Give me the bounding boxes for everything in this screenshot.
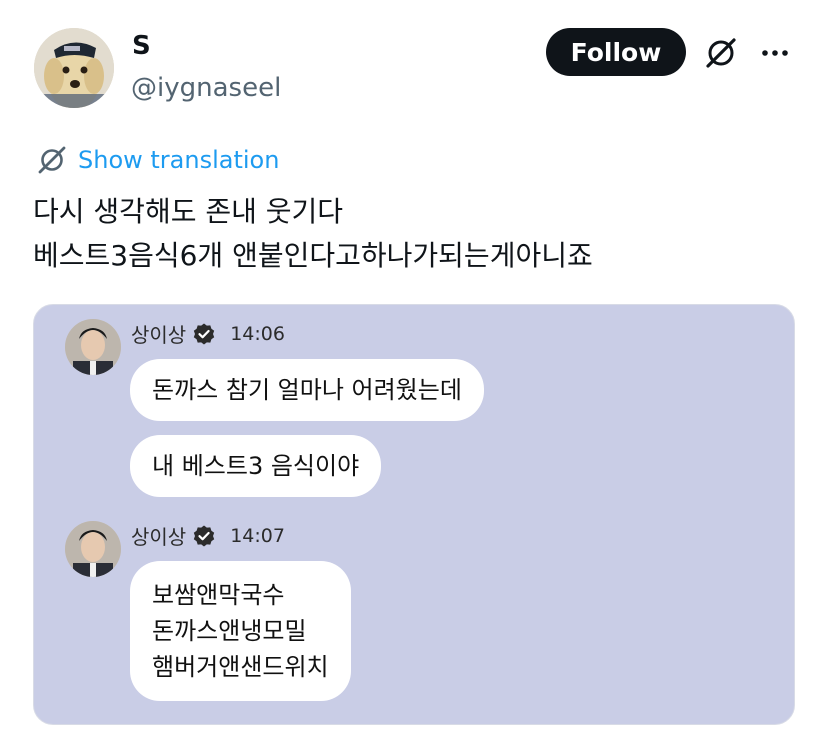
sender-name: 상이상 <box>131 525 187 549</box>
handle[interactable]: @iygnaseel <box>131 72 281 104</box>
chat-bubble: 돈까스 참기 얼마나 어려웠는데 <box>130 359 484 421</box>
chat-avatar <box>65 521 121 577</box>
chat-message-header: 상이상 14:06 <box>131 319 285 348</box>
show-translation-link[interactable]: Show translation <box>36 143 279 177</box>
chat-message-text: 햄버거앤샌드위치 <box>152 653 329 681</box>
chat-message-text: 내 베스트3 음식이야 <box>152 452 360 480</box>
sender-name: 상이상 <box>131 323 187 347</box>
chat-message-text: 돈까스 참기 얼마나 어려웠는데 <box>152 376 462 404</box>
chat-message-text: 돈까스앤냉모밀 <box>152 617 307 645</box>
display-name[interactable]: S <box>132 30 151 62</box>
show-translation-label: Show translation <box>78 146 280 174</box>
chat-bubble: 보쌈앤막국수 돈까스앤냉모밀 햄버거앤샌드위치 <box>130 561 351 701</box>
follow-button[interactable]: Follow <box>546 28 686 76</box>
tweet-text-line: 다시 생각해도 존내 웃기다 <box>33 195 344 228</box>
message-time: 14:07 <box>230 524 285 547</box>
chat-message-text: 보쌈앤막국수 <box>152 581 285 609</box>
verified-icon <box>194 323 215 344</box>
chat-bubble: 내 베스트3 음식이야 <box>130 435 382 497</box>
chat-message-header: 상이상 14:07 <box>131 521 285 550</box>
more-icon[interactable] <box>758 40 792 66</box>
message-time: 14:06 <box>230 322 285 345</box>
dog-avatar-image <box>34 28 114 108</box>
verified-icon <box>194 525 215 546</box>
grok-icon[interactable] <box>704 36 738 70</box>
tweet-text: 다시 생각해도 존내 웃기다 베스트3음식6개 앤붙인다고하나가되는게아니죠 <box>33 190 593 278</box>
translate-icon <box>38 146 66 174</box>
chat-avatar <box>65 319 121 375</box>
tweet-text-line: 베스트3음식6개 앤붙인다고하나가되는게아니죠 <box>33 239 593 272</box>
tweet-media-image[interactable]: 상이상 14:06 돈까스 참기 얼마나 어려웠는데 내 베스트3 음식이야 상… <box>33 304 795 725</box>
author-avatar[interactable] <box>34 28 114 108</box>
